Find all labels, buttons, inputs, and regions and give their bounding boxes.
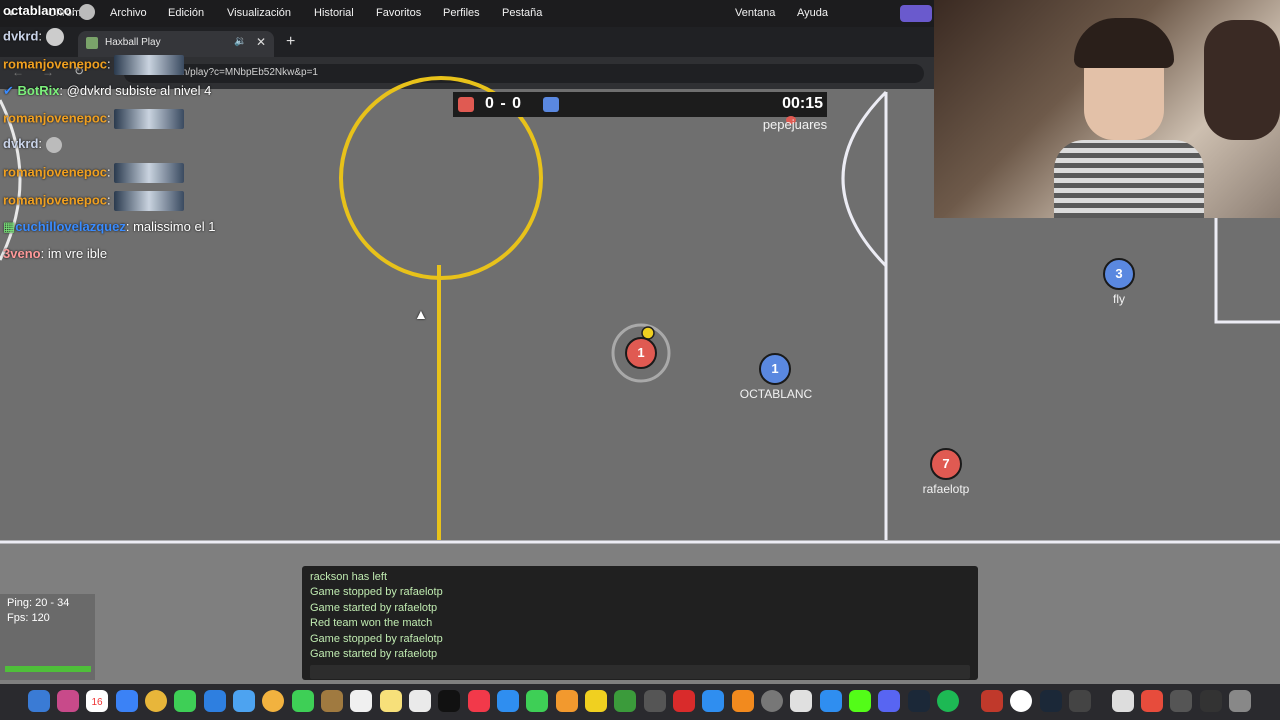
red-team-color [458, 97, 474, 112]
chat-message-text: @dvkrd subiste al nivel 4 [66, 83, 212, 98]
csgo-icon[interactable] [644, 690, 666, 712]
ping-text: Ping: 20 - 34 [7, 597, 70, 609]
chat-message: dvkrd: [3, 136, 62, 153]
launchpad-icon[interactable] [57, 690, 79, 712]
emote-image [114, 109, 185, 129]
verified-badge-icon: ✔ [3, 83, 14, 98]
mouse-cursor-icon: ▲ [414, 306, 428, 322]
player-disc: 3 [1103, 258, 1135, 290]
chat-message: octablanco: [3, 3, 95, 20]
spotify-icon[interactable] [937, 690, 959, 712]
app-icon[interactable] [790, 690, 812, 712]
player-disc: 7 [930, 448, 962, 480]
preview-icon[interactable] [1112, 690, 1134, 712]
skull-emote-icon [78, 3, 95, 20]
emote-image [114, 191, 185, 211]
app-icon[interactable] [673, 690, 695, 712]
app-icon[interactable] [1200, 690, 1222, 712]
chat-message-text: im vre ible [47, 246, 108, 261]
log-line: Game started by rafaelotp [310, 602, 438, 614]
freeform-icon[interactable] [409, 690, 431, 712]
skull-emote-icon [45, 28, 64, 46]
webcam-overlay [934, 0, 1280, 218]
blue-team-color [543, 97, 559, 112]
webcam-shirt [1054, 140, 1204, 218]
app-icon[interactable] [585, 690, 607, 712]
app-icon[interactable] [1141, 690, 1163, 712]
finder-icon[interactable] [28, 690, 50, 712]
webcam-second-person [1204, 20, 1280, 140]
player-name: OCTABLANC [739, 387, 813, 401]
game-log: rackson has left Game stopped by rafaelo… [302, 566, 978, 680]
fl-studio-icon[interactable] [732, 690, 754, 712]
stats-panel: Ping: 20 - 34 Fps: 120 [0, 594, 95, 680]
chat-message: romanjovenepoc: [3, 55, 185, 75]
maps-icon[interactable] [204, 690, 226, 712]
notes-folder-icon[interactable] [321, 690, 343, 712]
player-disc: 1 [625, 337, 657, 369]
chat-input[interactable] [310, 665, 970, 679]
player-name: fly [1113, 292, 1125, 306]
webcam-hair [1074, 18, 1174, 68]
player-name: pepejuares [762, 117, 828, 132]
reminders-icon[interactable] [350, 690, 372, 712]
log-line: Game stopped by rafaelotp [310, 586, 443, 598]
chat-message: ✔ BotRix: @dvkrd subiste al nivel 4 [3, 83, 212, 98]
app-icon[interactable] [1170, 690, 1192, 712]
chat-message: dvkrd: [3, 28, 64, 46]
music-icon[interactable] [468, 690, 490, 712]
kick-icon[interactable] [849, 690, 871, 712]
app-icon[interactable] [1069, 690, 1091, 712]
numbers-icon[interactable] [526, 690, 548, 712]
messages-icon[interactable] [174, 690, 196, 712]
chat-message: 3veno: im vre ible [3, 246, 108, 261]
player-name: rafaelotp [922, 482, 970, 496]
chat-message: ▦cuchillovelazquez: malissimo el 1 [3, 219, 216, 234]
minecraft-icon[interactable] [614, 690, 636, 712]
skull-emote-icon [45, 136, 62, 153]
calendar-icon[interactable]: 16 [86, 690, 108, 712]
player-disc: 1 [759, 353, 791, 385]
safari-icon[interactable] [116, 690, 138, 712]
facetime-icon[interactable] [292, 690, 314, 712]
pages-icon[interactable] [556, 690, 578, 712]
log-line: Game started by rafaelotp [310, 648, 438, 660]
system-settings-icon[interactable] [761, 690, 783, 712]
log-line: Red team won the match [310, 617, 433, 629]
log-line: Game stopped by rafaelotp [310, 633, 443, 645]
emote-image [114, 55, 185, 75]
dictionary-icon[interactable] [981, 690, 1003, 712]
ea-icon[interactable] [1010, 690, 1032, 712]
goal-area-arc [841, 90, 888, 268]
chat-message-text: malissimo el 1 [133, 219, 216, 234]
score-text: 0 - 0 [485, 95, 523, 112]
apple-tv-icon[interactable] [438, 690, 460, 712]
roblox-icon[interactable] [820, 690, 842, 712]
scoreboard: 0 - 0 00:15 [453, 92, 827, 117]
app-store-icon[interactable] [702, 690, 724, 712]
mail-icon[interactable] [233, 690, 255, 712]
log-line: rackson has left [310, 571, 388, 583]
right-box-line [1214, 218, 1280, 324]
steam-icon[interactable] [908, 690, 930, 712]
discord-icon[interactable] [878, 690, 900, 712]
steam-icon[interactable] [1040, 690, 1062, 712]
trash-icon[interactable] [1229, 690, 1251, 712]
chrome-icon[interactable] [145, 690, 167, 712]
notes-icon[interactable] [380, 690, 402, 712]
chat-message: romanjovenepoc: [3, 109, 185, 129]
match-timer: 00:15 [782, 95, 823, 112]
photos-icon[interactable] [262, 690, 284, 712]
emote-image [114, 163, 185, 183]
chat-message: romanjovenepoc: [3, 191, 185, 211]
keynote-icon[interactable] [497, 690, 519, 712]
fps-text: Fps: 120 [7, 612, 50, 624]
chat-message: romanjovenepoc: [3, 163, 185, 183]
fps-graph [5, 666, 91, 672]
badge-icon: ▦ [3, 219, 16, 234]
